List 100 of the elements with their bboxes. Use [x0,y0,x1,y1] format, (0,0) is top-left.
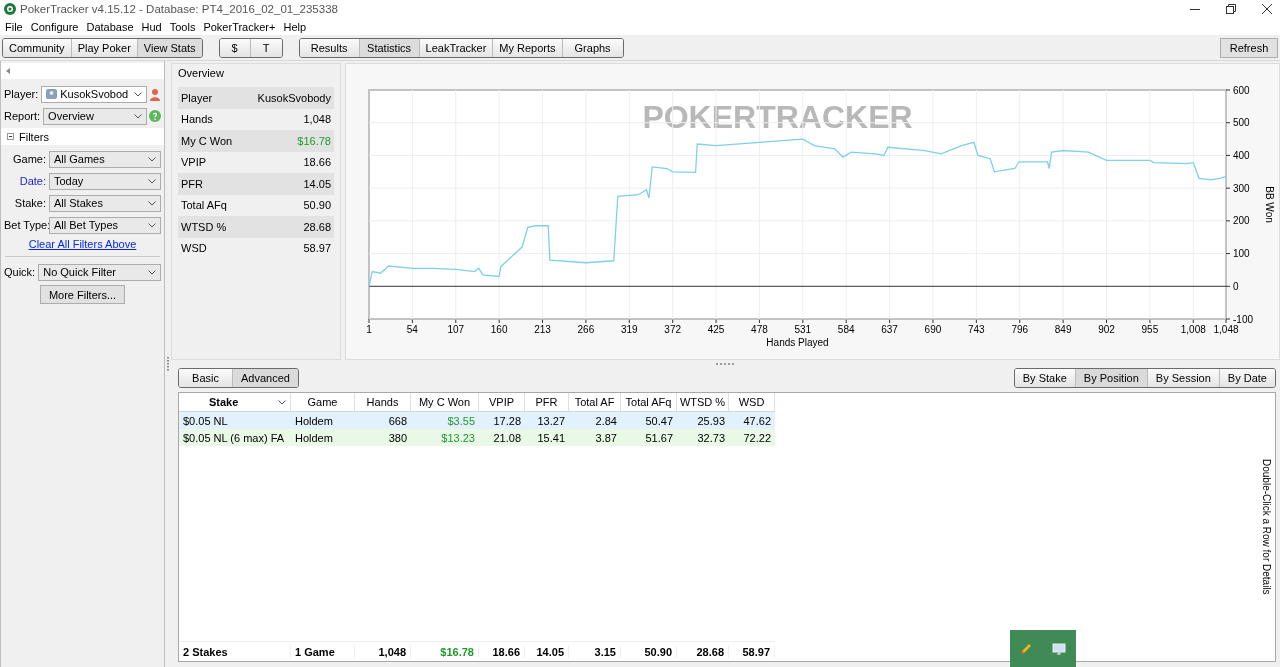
window-title: PokerTracker v4.15.12 - Database: PT4_2016_02_01_235338 [20,3,339,15]
clear-filters-link[interactable]: Clear All Filters Above [28,238,137,250]
table-cell-text: 3.87 [594,431,618,444]
menu-item[interactable]: PokerTracker+ [200,20,281,33]
column-header[interactable]: PFR [525,393,569,411]
pencil-icon[interactable] [1020,642,1032,655]
caret-icon [148,269,156,275]
table-cell-text: 32.73 [696,431,726,444]
column-header[interactable]: Total AFq [621,393,677,411]
menu-item[interactable]: Database [83,20,139,33]
stat-value: 58.97 [303,242,331,255]
total-cell: 2 Stakes [179,645,291,658]
quick-filter-dropdown[interactable]: No Quick Filter [38,263,161,281]
table-cell-text: 25.93 [696,414,726,427]
group-by-tab[interactable]: By Position [1075,369,1148,387]
player-dropdown[interactable]: KusokSvobod [41,85,147,103]
toolbar-tab[interactable]: My Reports [493,38,563,57]
x-tick-label: 478 [751,324,768,335]
table-row[interactable]: $0.05 NL Holdem 668 $3.55 17.28 13.27 2.84 50.47 25.93 47.62 [179,412,775,429]
panel-title: Overview [178,67,225,79]
toolbar-tab[interactable]: $ [219,38,251,57]
toolbar-tab[interactable]: Results [299,38,360,57]
column-header[interactable]: WSD [729,393,775,411]
filter-dropdown[interactable]: All Stakes [49,194,161,212]
toolbar-tab[interactable]: Play Poker [71,38,138,57]
menu-item[interactable]: File [2,20,28,33]
toolbar-tab[interactable]: LeakTracker [419,38,494,57]
restore-icon[interactable] [1226,4,1236,14]
x-tick-label: 531 [794,324,812,335]
x-tick-label: 796 [1011,324,1029,335]
splitter-handle[interactable] [167,357,169,371]
report-tab[interactable]: Basic [179,369,233,387]
menu-item[interactable]: Help [280,20,312,33]
table-cell-text: 72.22 [742,431,772,444]
table-cell-text: Holdem [294,431,334,444]
expander-icon[interactable] [7,133,14,140]
stat-label: VPIP [181,156,207,169]
filter-dropdown[interactable]: Today [49,172,161,190]
group-by-tab[interactable]: By Session [1147,369,1220,387]
x-tick-label: 690 [924,324,942,335]
menu-item[interactable]: Hud [138,20,167,33]
column-header[interactable]: Game [291,393,355,411]
person-icon[interactable] [149,87,161,101]
table-cell-text: $0.05 NL (6 max) FA [182,431,286,444]
collapse-icon[interactable] [6,68,10,74]
group-by-tab[interactable]: By Stake [1014,369,1076,387]
menu-item[interactable]: Configure [27,20,84,33]
table-cell-text: 47.62 [742,414,772,427]
total-cell: 3.15 [569,645,621,658]
x-tick-label: 213 [534,324,551,335]
field-label: Stake: [13,197,47,209]
filter-dropdown[interactable]: All Games [49,150,161,168]
total-cell: 18.66 [479,645,525,658]
total-cell: 50.90 [621,645,677,658]
refresh-button[interactable]: Refresh [1220,37,1278,58]
stat-label: WSD [181,242,207,255]
report-dropdown[interactable]: Overview [43,107,147,125]
stat-label: Player [181,91,213,104]
table-row[interactable]: $0.05 NL (6 max) FA Holdem 380 $13.23 21.08 15.41 3.87 51.67 32.73 72.22 [179,429,775,446]
stat-value: 18.66 [303,156,331,169]
column-header[interactable]: Stake [179,393,291,411]
toolbar-tab[interactable]: Graphs [562,38,623,57]
table-cell-text: $3.55 [446,414,476,427]
y-axis-title: BB Won [1264,186,1274,223]
y-tick-label: 300 [1233,182,1250,194]
menu-item[interactable]: Tools [166,20,201,33]
field-label: Player: [4,88,40,100]
close-icon[interactable] [1262,4,1272,14]
group-by-tab[interactable]: By Date [1219,369,1275,387]
table-cell-text: Holdem [294,414,334,427]
column-header[interactable]: Total AF [569,393,621,411]
y-tick-label: 100 [1233,248,1250,260]
stat-value: 28.68 [303,220,331,233]
toolbar-tab[interactable]: View Stats [137,38,202,57]
field-label: Quick: [4,266,37,278]
x-tick-label: 1,048 [1213,324,1239,335]
toolbar-tab[interactable]: Statistics [359,38,420,57]
avatar-icon [46,89,58,99]
help-icon[interactable] [149,110,161,122]
more-filters-button[interactable]: More Filters... [39,285,126,304]
y-tick-label: 200 [1233,215,1250,227]
table-cell-text: $0.05 NL [182,414,229,427]
column-header[interactable]: WTSD % [677,393,729,411]
column-header[interactable]: Hands [355,393,411,411]
column-header[interactable]: VPIP [479,393,525,411]
stat-value: KusokSvobody [257,91,331,104]
filter-dropdown[interactable]: All Bet Types [49,216,161,234]
monitor-icon[interactable] [1052,642,1066,655]
toolbar-tab[interactable]: Community [3,38,72,57]
stat-value: 50.90 [303,199,331,212]
report-tab[interactable]: Advanced [233,369,298,387]
table-cell-text: 17.28 [492,414,522,427]
toolbar-tab[interactable]: T [250,38,282,57]
column-header[interactable]: My C Won [411,393,479,411]
field-label: Bet Type: [4,219,47,231]
x-tick-label: 319 [620,324,638,335]
stat-value: 14.05 [303,177,331,190]
splitter-handle[interactable] [715,363,736,365]
x-axis-title: Hands Played [766,337,829,348]
x-tick-label: 902 [1098,324,1115,335]
